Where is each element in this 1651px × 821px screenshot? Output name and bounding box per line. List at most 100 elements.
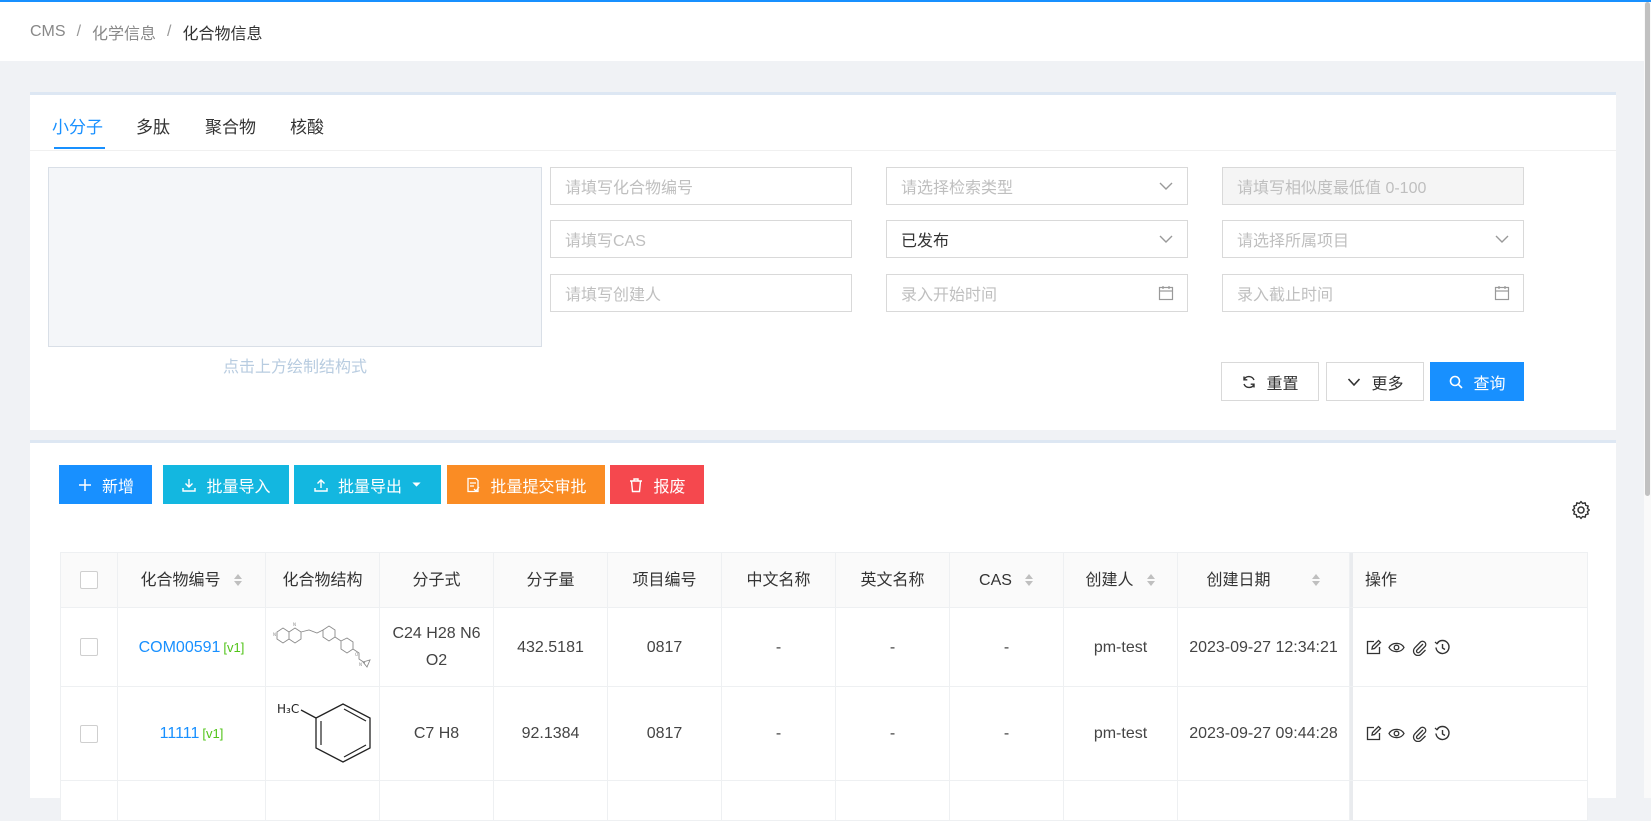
history-icon[interactable]: [1434, 639, 1451, 656]
table-header: 化合物编号 化合物结构 分子式 分子量 项目编号 中文名称 英文名称 CAS 创…: [60, 552, 1588, 608]
search-type-select[interactable]: 请选择检索类型: [886, 167, 1188, 205]
header-english-name: 英文名称: [836, 553, 950, 607]
table-row: [60, 781, 1588, 821]
header-compound-no[interactable]: 化合物编号: [118, 553, 266, 607]
scrollbar-thumb[interactable]: [1645, 2, 1650, 496]
header-formula: 分子式: [380, 553, 494, 607]
header-structure: 化合物结构: [266, 553, 380, 607]
creator-cell: [1064, 781, 1178, 820]
structure-drawing-canvas[interactable]: [48, 167, 542, 347]
svg-text:N: N: [293, 622, 296, 627]
add-label: 新增: [101, 478, 134, 496]
project-select[interactable]: 请选择所属项目: [1222, 220, 1524, 258]
breadcrumb-separator: /: [167, 22, 172, 40]
edit-icon[interactable]: [1365, 725, 1382, 742]
creator-input[interactable]: 请填写创建人: [550, 274, 852, 312]
start-time-placeholder: 录入开始时间: [901, 287, 998, 304]
gear-icon[interactable]: [1570, 499, 1592, 521]
structure-cell: [266, 781, 380, 820]
cas-input[interactable]: 请填写CAS: [550, 220, 852, 258]
eye-icon[interactable]: [1388, 725, 1405, 742]
header-creator[interactable]: 创建人: [1064, 553, 1178, 607]
molecular-weight-cell: 432.5181: [494, 608, 608, 686]
molecule-tabs: 小分子 多肽 聚合物 核酸: [30, 95, 1616, 151]
breadcrumb-chem-info[interactable]: 化学信息: [92, 20, 156, 44]
batch-submit-approval-button[interactable]: 批量提交审批: [447, 465, 605, 504]
tab-peptide[interactable]: 多肽: [136, 113, 170, 138]
formula-cell: [380, 781, 494, 820]
project-placeholder: 请选择所属项目: [1237, 233, 1350, 250]
similarity-input[interactable]: 请填写相似度最低值 0-100: [1222, 167, 1524, 205]
compound-no-link[interactable]: 11111: [160, 720, 200, 747]
discard-button[interactable]: 报废: [610, 465, 704, 504]
compound-no-link[interactable]: COM00591: [139, 634, 221, 661]
compound-no-placeholder: 请填写化合物编号: [565, 180, 694, 197]
batch-export-label: 批量导出: [337, 478, 402, 496]
status-select[interactable]: 已发布: [886, 220, 1188, 258]
batch-import-label: 批量导入: [206, 478, 271, 496]
batch-import-button[interactable]: 批量导入: [163, 465, 289, 504]
tab-small-molecule[interactable]: 小分子: [52, 113, 103, 138]
sort-icon[interactable]: [1311, 572, 1321, 588]
created-date-cell: 2023-09-27 12:34:21: [1178, 608, 1350, 686]
chinese-name-cell: [722, 781, 836, 820]
structure-label: H₃C: [277, 702, 299, 716]
eye-icon[interactable]: [1388, 639, 1405, 656]
reset-button[interactable]: 重置: [1221, 362, 1319, 401]
add-button[interactable]: 新增: [59, 465, 152, 504]
start-time-picker[interactable]: 录入开始时间: [886, 274, 1188, 312]
creator-cell: pm-test: [1064, 608, 1178, 686]
page-scrollbar[interactable]: [1644, 2, 1651, 798]
english-name-cell: -: [836, 687, 950, 780]
active-tab-indicator: [54, 147, 105, 149]
compound-no-cell: [118, 781, 266, 820]
breadcrumb-cms[interactable]: CMS: [30, 23, 66, 41]
created-date-cell: [1178, 781, 1350, 820]
version-badge: [v1]: [223, 639, 245, 655]
row-checkbox[interactable]: [80, 724, 98, 743]
row-select-cell: [61, 781, 118, 820]
header-cas[interactable]: CAS: [950, 553, 1064, 607]
paperclip-icon[interactable]: [1411, 639, 1428, 656]
end-time-picker[interactable]: 录入截止时间: [1222, 274, 1524, 312]
sort-icon[interactable]: [1024, 572, 1034, 588]
svg-text:N: N: [359, 662, 362, 667]
calendar-icon: [1494, 286, 1510, 301]
header-molecular-weight: 分子量: [494, 553, 608, 607]
edit-icon[interactable]: [1365, 639, 1382, 656]
actions-cell: [1350, 608, 1589, 686]
version-badge: [v1]: [202, 726, 224, 741]
structure-thumbnail[interactable]: NNON: [271, 622, 375, 672]
document-icon: [467, 477, 481, 492]
structure-thumbnail[interactable]: H₃C: [271, 696, 375, 772]
plus-icon: [78, 478, 91, 491]
compound-no-cell: COM00591 [v1]: [118, 608, 266, 686]
row-select-cell: [61, 687, 118, 780]
paperclip-icon[interactable]: [1411, 725, 1428, 742]
row-checkbox[interactable]: [80, 638, 98, 656]
chevron-down-icon: [1159, 182, 1173, 190]
row-select-cell: [61, 608, 118, 686]
select-all-checkbox[interactable]: [80, 571, 98, 589]
header-label: 中文名称: [746, 571, 811, 589]
batch-export-button[interactable]: 批量导出: [294, 465, 441, 504]
header-created-date[interactable]: 创建日期: [1178, 553, 1350, 607]
status-value: 已发布: [901, 233, 950, 250]
breadcrumb-separator: /: [76, 22, 82, 40]
project-no-cell: 0817: [608, 687, 722, 780]
more-button[interactable]: 更多: [1326, 362, 1424, 401]
history-icon[interactable]: [1434, 725, 1451, 742]
search-panel: 小分子 多肽 聚合物 核酸 点击上方绘制结构式 请填写化合物编号 请选择检索类型…: [30, 92, 1616, 430]
sort-icon[interactable]: [1146, 572, 1156, 588]
query-button[interactable]: 查询: [1430, 362, 1524, 401]
sort-icon[interactable]: [233, 572, 243, 588]
header-chinese-name: 中文名称: [722, 553, 836, 607]
trash-icon: [630, 477, 643, 492]
structure-drawing-hint: 点击上方绘制结构式: [222, 359, 367, 376]
compound-no-input[interactable]: 请填写化合物编号: [550, 167, 852, 205]
tab-polymer[interactable]: 聚合物: [205, 113, 256, 138]
compound-no-cell: 11111 [v1]: [118, 687, 266, 780]
row-actions: [1365, 725, 1451, 742]
tab-nucleic-acid[interactable]: 核酸: [290, 113, 324, 138]
svg-text:N: N: [273, 632, 276, 637]
